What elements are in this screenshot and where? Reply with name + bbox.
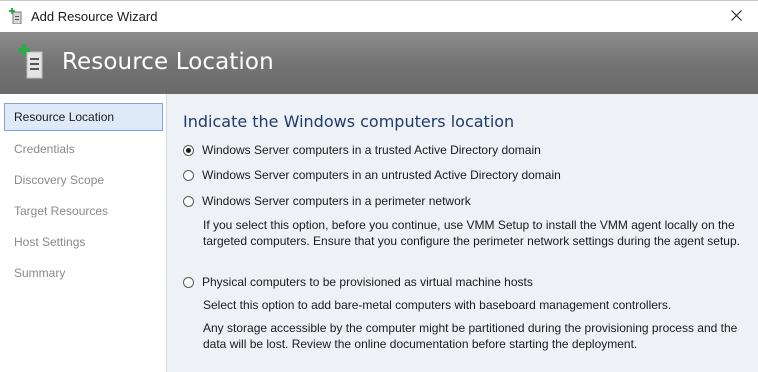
server-add-icon — [9, 8, 23, 25]
radio-trusted-domain[interactable] — [183, 144, 194, 156]
wizard-steps-sidebar: Resource Location Credentials Discovery … — [0, 94, 167, 372]
physical-storage-warning: Any storage accessible by the computer m… — [203, 321, 738, 351]
title-bar: Add Resource Wizard — [0, 0, 758, 32]
physical-description: Select this option to add bare-metal com… — [203, 298, 672, 312]
option-label: Windows Server computers in an untrusted… — [202, 168, 561, 182]
radio-untrusted-domain[interactable] — [183, 169, 194, 181]
sidebar-item-credentials[interactable]: Credentials — [4, 135, 163, 163]
option-label: Physical computers to be provisioned as … — [202, 275, 533, 289]
close-button[interactable] — [714, 1, 758, 32]
page-title: Resource Location — [62, 49, 274, 75]
option-untrusted-domain[interactable]: Windows Server computers in an untrusted… — [183, 166, 561, 184]
radio-perimeter-network[interactable] — [183, 195, 194, 207]
window-title: Add Resource Wizard — [31, 9, 158, 24]
sidebar-item-host-settings[interactable]: Host Settings — [4, 228, 163, 256]
option-label: Windows Server computers in a perimeter … — [202, 194, 471, 208]
main-content: Indicate the Windows computers location … — [167, 94, 758, 372]
option-trusted-domain[interactable]: Windows Server computers in a trusted Ac… — [183, 141, 541, 159]
perimeter-description: If you select this option, before you co… — [203, 218, 740, 248]
option-physical-computers[interactable]: Physical computers to be provisioned as … — [183, 273, 533, 291]
close-icon — [730, 8, 742, 26]
option-perimeter-network[interactable]: Windows Server computers in a perimeter … — [183, 192, 471, 210]
sidebar-item-resource-location[interactable]: Resource Location — [4, 103, 163, 131]
radio-physical-computers[interactable] — [183, 276, 194, 288]
wizard-header: Resource Location — [0, 32, 758, 94]
option-label: Windows Server computers in a trusted Ac… — [202, 143, 541, 157]
server-add-icon — [18, 43, 46, 79]
sidebar-item-discovery-scope[interactable]: Discovery Scope — [4, 166, 163, 194]
sidebar-item-target-resources[interactable]: Target Resources — [4, 197, 163, 225]
sidebar-item-summary[interactable]: Summary — [4, 259, 163, 287]
section-heading: Indicate the Windows computers location — [183, 112, 515, 131]
